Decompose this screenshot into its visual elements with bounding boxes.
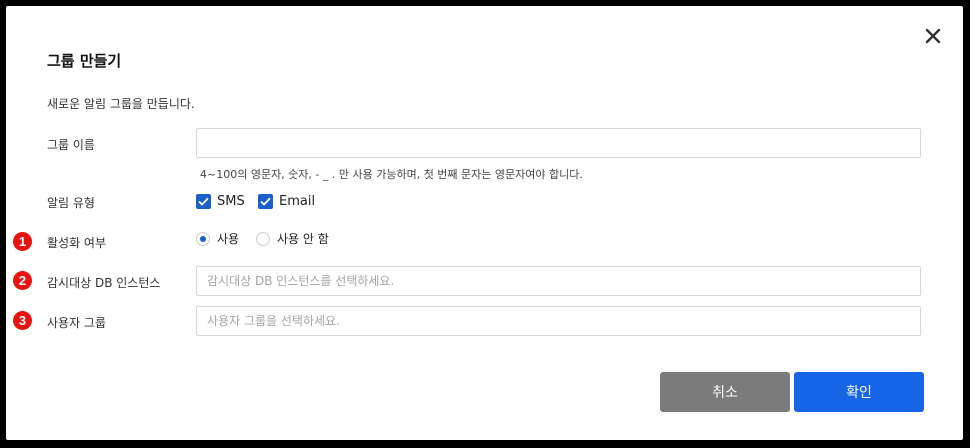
checkmark-icon (196, 194, 211, 209)
radio-not-use[interactable]: 사용 안 함 (256, 230, 329, 247)
dialog-title: 그룹 만들기 (47, 52, 122, 70)
group-name-hint: 4~100의 영문자, 숫자, - _ . 만 사용 가능하며, 첫 번째 문자… (200, 168, 583, 181)
radio-selected-indicator (196, 231, 210, 246)
db-instance-select[interactable] (196, 266, 921, 296)
user-group-label: 사용자 그룹 (47, 316, 107, 330)
db-instance-label: 감시대상 DB 인스턴스 (47, 276, 161, 290)
marker-badge-3: 3 (13, 311, 32, 330)
marker-badge-2: 2 (13, 271, 32, 290)
confirm-button[interactable]: 확인 (794, 372, 924, 412)
checkmark-icon (258, 194, 273, 209)
radio-use-label: 사용 (217, 232, 240, 246)
alert-type-label: 알림 유형 (47, 196, 95, 210)
email-label: Email (279, 194, 316, 209)
sms-label: SMS (217, 194, 245, 209)
cancel-button[interactable]: 취소 (660, 372, 790, 412)
group-name-label: 그룹 이름 (47, 138, 95, 152)
create-group-dialog: 그룹 만들기 새로운 알림 그룹을 만듭니다. 그룹 이름 4~100의 영문자… (6, 6, 963, 440)
email-checkbox[interactable]: Email (258, 194, 315, 209)
radio-unselected-indicator (256, 231, 270, 246)
radio-not-use-label: 사용 안 함 (277, 232, 329, 246)
group-name-input[interactable] (196, 128, 921, 158)
marker-badge-1: 1 (13, 232, 32, 251)
close-icon[interactable] (924, 27, 942, 45)
user-group-select[interactable] (196, 306, 921, 336)
dialog-description: 새로운 알림 그룹을 만듭니다. (47, 97, 195, 111)
sms-checkbox[interactable]: SMS (196, 194, 245, 209)
radio-use[interactable]: 사용 (196, 230, 239, 247)
activation-label: 활성화 여부 (47, 236, 107, 250)
